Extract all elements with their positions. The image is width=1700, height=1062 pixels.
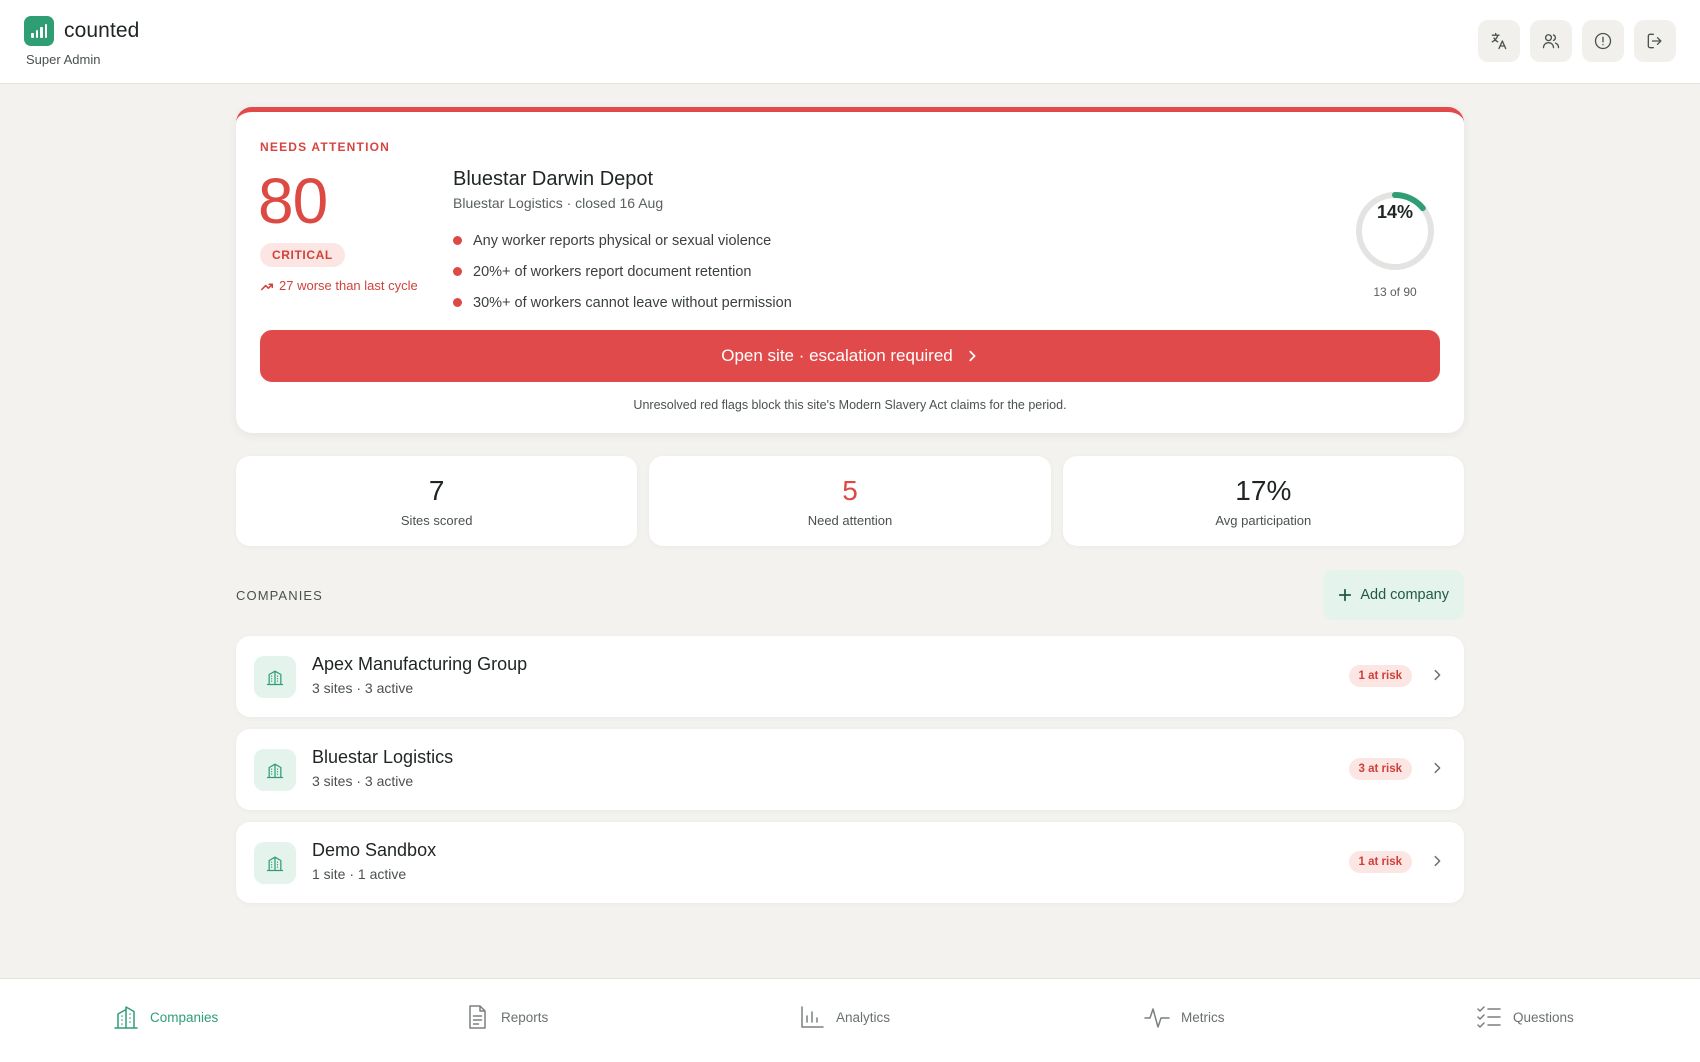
progress-ring-icon [1356,192,1434,270]
risk-badge: 1 at risk [1348,851,1412,873]
company-list: Apex Manufacturing Group 3 sites · 3 act… [236,636,1464,903]
stat-label: Avg participation [1215,512,1312,528]
stat-value: 17% [1235,474,1292,506]
company-row[interactable]: Apex Manufacturing Group 3 sites · 3 act… [236,636,1464,717]
risk-score: 80 [258,165,328,237]
stat-need-attention: 5 Need attention [649,456,1051,546]
red-flag-item: 30%+ of workers cannot leave without per… [453,287,792,318]
checklist-icon [1477,1006,1501,1028]
translate-icon [1491,32,1507,50]
red-flag-list: Any worker reports physical or sexual vi… [453,225,792,318]
pulse-icon [1144,1008,1170,1028]
stat-avg-participation: 17% Avg participation [1062,456,1464,546]
red-flag-dot-icon [453,298,462,307]
companies-header: COMPANIES Add company [236,569,1464,621]
company-icon [254,842,296,884]
site-details: Bluestar Darwin Depot Bluestar Logistics… [453,168,792,318]
brand[interactable]: counted Super Admin [24,16,139,67]
building-icon [266,670,284,686]
nav-label: Metrics [1181,1009,1225,1025]
company-name: Demo Sandbox [312,840,437,860]
chevron-right-icon [1434,669,1441,681]
needs-attention-card: NEEDS ATTENTION 80 CRITICAL 27 worse tha… [236,107,1464,433]
info-button[interactable] [1582,20,1624,62]
company-row[interactable]: Bluestar Logistics 3 sites · 3 active 3 … [236,729,1464,810]
red-flag-text: 20%+ of workers report document retentio… [473,263,752,280]
language-button[interactable] [1478,20,1520,62]
add-company-label: Add company [1360,587,1449,603]
building-icon [266,856,284,872]
nav-label: Companies [150,1009,219,1025]
open-site-label: Open site · escalation required [721,346,953,365]
user-role: Super Admin [26,52,101,67]
red-flag-dot-icon [453,267,462,276]
add-company-button[interactable]: Add company [1323,570,1464,620]
stat-value: 7 [428,474,445,506]
nav-reports[interactable]: Reports [463,1003,548,1031]
trend-up-icon [260,282,274,290]
header-actions [1478,20,1676,62]
plus-icon [1339,588,1352,602]
nav-label: Reports [501,1009,549,1025]
company-name: Apex Manufacturing Group [312,654,528,674]
building-icon [114,1006,138,1029]
chevron-right-icon [1434,762,1441,774]
trend-indicator: 27 worse than last cycle [260,278,418,293]
nav-metrics[interactable]: Metrics [1143,1003,1225,1031]
nav-questions[interactable]: Questions [1475,1003,1574,1031]
app-name: counted [64,19,140,42]
logo-bars-icon [24,16,54,46]
red-flag-text: Any worker reports physical or sexual vi… [473,232,772,249]
nav-label: Analytics [836,1009,891,1025]
main-content: NEEDS ATTENTION 80 CRITICAL 27 worse tha… [236,107,1464,903]
company-name: Bluestar Logistics [312,747,454,767]
summary-stats: 7 Sites scored 5 Need attention 17% Avg … [236,456,1464,546]
red-flag-text: 30%+ of workers cannot leave without per… [473,294,792,311]
attention-label: NEEDS ATTENTION [260,140,391,154]
users-button[interactable] [1530,20,1572,62]
company-icon [254,656,296,698]
companies-title: COMPANIES [236,587,323,603]
site-meta: Bluestar Logistics · closed 16 Aug [453,195,664,211]
escalation-note: Unresolved red flags block this site's M… [633,398,1067,412]
nav-companies[interactable]: Companies [112,1003,218,1031]
severity-badge: CRITICAL [260,243,345,267]
nav-label: Questions [1513,1009,1574,1025]
bottom-nav: Companies Reports Analytics Metrics Ques… [0,978,1700,1062]
users-icon [1542,34,1560,49]
stat-label: Sites scored [400,512,473,528]
chevron-right-icon [969,350,976,362]
participation-ring: 14% 13 of 90 [1352,188,1438,299]
top-bar: counted Super Admin [0,0,1700,84]
risk-badge: 1 at risk [1348,665,1412,687]
red-flag-item: Any worker reports physical or sexual vi… [453,225,792,256]
nav-analytics[interactable]: Analytics [798,1003,890,1031]
company-meta: 3 sites · 3 active [312,680,414,696]
info-icon [1594,32,1612,50]
company-icon [254,749,296,791]
company-meta: 3 sites · 3 active [312,773,414,789]
stat-value: 5 [842,474,858,506]
risk-badge: 3 at risk [1348,758,1412,780]
logout-button[interactable] [1634,20,1676,62]
participation-count: 13 of 90 [1373,285,1417,299]
red-flag-dot-icon [453,236,462,245]
trend-text: 27 worse than last cycle [279,278,418,293]
stat-label: Need attention [807,512,893,528]
company-meta: 1 site · 1 active [312,866,407,882]
red-flag-item: 20%+ of workers report document retentio… [453,256,792,287]
bar-chart-icon [801,1006,824,1028]
open-site-button[interactable]: Open site · escalation required [260,330,1440,382]
document-icon [469,1005,486,1029]
building-icon [266,763,284,779]
company-row[interactable]: Demo Sandbox 1 site · 1 active 1 at risk [236,822,1464,903]
logout-icon [1647,33,1662,49]
site-name: Bluestar Darwin Depot [453,168,654,190]
stat-sites-scored: 7 Sites scored [236,456,638,546]
participation-percent: 14% [1376,202,1414,222]
chevron-right-icon [1434,855,1441,867]
